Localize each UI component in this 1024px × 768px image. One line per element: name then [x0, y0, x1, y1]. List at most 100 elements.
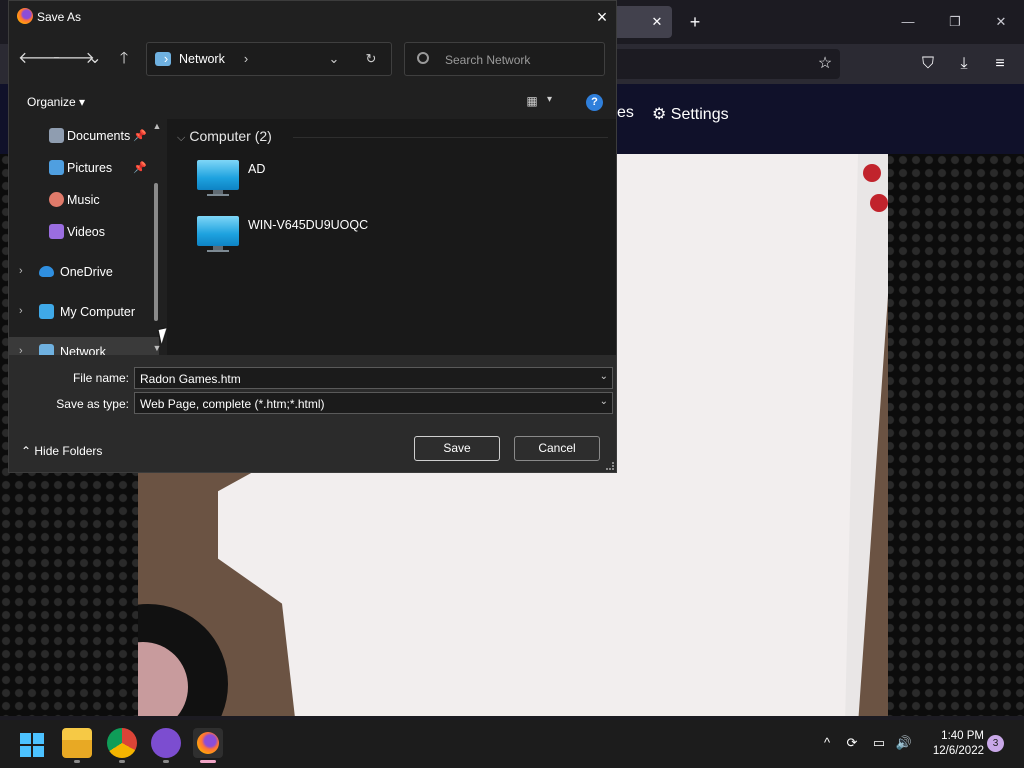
firefox-taskbar-button[interactable] [193, 728, 223, 758]
notification-badge[interactable]: 3 [987, 735, 1004, 752]
display-icon[interactable]: ▭ [870, 734, 888, 752]
computer-monitor-icon [197, 216, 239, 246]
monitor-base [207, 250, 229, 252]
view-icon[interactable]: ▦ [523, 94, 541, 110]
save-type-dropdown-icon[interactable]: ⌄ [600, 396, 608, 407]
file-name-label: File name: [72, 371, 129, 385]
file-explorer-icon[interactable] [62, 728, 92, 758]
group-header[interactable]: ⌵ Computer (2) [177, 128, 272, 145]
help-icon[interactable]: ? [586, 94, 603, 111]
minimize-button[interactable]: — [893, 10, 923, 34]
navigation-pane: Documents 📌 Pictures 📌 Music Videos › On… [9, 119, 167, 355]
resize-grip[interactable] [606, 462, 614, 470]
dialog-toolbar: Organize ▾ ▦ ▾ ? [9, 85, 616, 119]
item-name: WIN-V645DU9UOQC [248, 218, 369, 232]
clock-time: 1:40 PM [941, 730, 984, 742]
hide-folders-toggle[interactable]: ⌃ Hide Folders [21, 444, 102, 458]
address-bar[interactable]: › Network › ⌄ ↻ [146, 42, 392, 76]
taskbar: ^ ⟳ ▭ 🔊 1:40 PM 12/6/2022 3 [0, 720, 1024, 768]
dialog-title: Save As [37, 10, 82, 24]
dialog-close-icon[interactable]: × [591, 6, 613, 28]
search-placeholder: Search Network [445, 53, 531, 67]
monitor-base [207, 194, 229, 196]
github-desktop-icon[interactable] [151, 728, 181, 758]
pin-icon[interactable]: 📌 [133, 161, 147, 174]
forward-arrow-icon[interactable]: 🡒 [52, 47, 95, 71]
list-item[interactable]: AD [189, 156, 489, 204]
windows-start-icon[interactable] [20, 733, 44, 757]
computer-icon [39, 304, 54, 319]
expand-chevron-icon[interactable]: › [19, 305, 23, 317]
app-running-indicator [119, 760, 125, 763]
nav-item-my-computer[interactable]: › My Computer [9, 297, 159, 325]
pictures-icon [49, 160, 64, 175]
item-name: AD [248, 162, 266, 176]
search-icon [417, 52, 429, 64]
nav-item-music[interactable]: Music [9, 185, 159, 213]
bookmark-star-icon[interactable]: ☆ [812, 51, 838, 77]
save-type-value: Web Page, complete (*.htm;*.html) [140, 397, 325, 411]
documents-icon [49, 128, 64, 143]
download-icon[interactable]: ⤓ [951, 51, 977, 77]
nav-item-label: OneDrive [60, 265, 113, 279]
expand-chevron-icon[interactable]: › [19, 265, 23, 277]
nav-item-onedrive[interactable]: › OneDrive [9, 257, 159, 285]
network-icon [39, 344, 54, 355]
new-tab-button[interactable]: + [684, 10, 706, 34]
group-header-label: Computer (2) [189, 128, 272, 144]
site-nav-settings[interactable]: ⚙ Settings [652, 104, 729, 124]
search-box[interactable]: Search Network [404, 42, 605, 76]
nav-item-documents[interactable]: Documents 📌 [9, 121, 159, 149]
onedrive-cloud-icon [39, 266, 54, 277]
refresh-icon[interactable]: ↻ [362, 50, 380, 68]
window-close-button[interactable]: ✕ [986, 10, 1016, 34]
taskbar-clock[interactable]: 1:40 PM 12/6/2022 [920, 729, 984, 759]
save-options-area: File name: Radon Games.htm ⌄ Save as typ… [9, 355, 616, 472]
cancel-button[interactable]: Cancel [514, 436, 600, 461]
pin-icon[interactable]: 📌 [133, 129, 147, 142]
scrollbar-thumb[interactable] [154, 183, 158, 321]
nav-item-label: My Computer [60, 305, 136, 319]
expand-chevron-icon[interactable]: › [19, 345, 23, 355]
menu-icon[interactable]: ≡ [987, 51, 1013, 77]
berry [863, 164, 881, 182]
show-hidden-icons-chevron-icon[interactable]: ^ [818, 734, 836, 752]
file-name-dropdown-icon[interactable]: ⌄ [600, 371, 608, 382]
sync-icon[interactable]: ⟳ [843, 734, 861, 752]
site-nav-link-partial[interactable]: es [617, 104, 634, 122]
address-dropdown-icon[interactable]: ⌄ [325, 50, 343, 68]
collapse-chevron-icon[interactable]: ⌵ [177, 132, 185, 144]
chrome-icon[interactable] [107, 728, 137, 758]
file-name-field[interactable]: Radon Games.htm ⌄ [134, 367, 613, 389]
scroll-up-arrow-icon[interactable]: ▲ [151, 121, 163, 131]
nav-item-network[interactable]: › Network [9, 337, 159, 355]
maximize-button[interactable]: ❐ [940, 10, 970, 34]
save-type-select[interactable]: Web Page, complete (*.htm;*.html) ⌄ [134, 392, 613, 414]
breadcrumb-separator-icon[interactable]: › [161, 50, 171, 68]
tab-close-icon[interactable]: ✕ [648, 12, 666, 32]
clock-date: 12/6/2022 [932, 745, 984, 757]
breadcrumb-chevron-icon[interactable]: › [237, 50, 255, 68]
videos-icon [49, 224, 64, 239]
back-arrow-icon[interactable]: 🡐 [18, 47, 61, 71]
nav-item-pictures[interactable]: Pictures 📌 [9, 153, 159, 181]
up-arrow-icon[interactable]: 🡑 [112, 47, 136, 71]
nav-item-videos[interactable]: Videos [9, 217, 159, 245]
dialog-title-bar[interactable]: Save As × [9, 1, 616, 33]
nav-item-label: Documents [67, 129, 131, 143]
view-dropdown-icon[interactable]: ▾ [547, 94, 552, 105]
file-name-value[interactable]: Radon Games.htm [140, 372, 241, 386]
volume-icon[interactable]: 🔊 [895, 734, 913, 752]
save-button[interactable]: Save [414, 436, 500, 461]
file-list-pane[interactable]: ⌵ Computer (2) AD WIN-V645DU9UOQC [167, 119, 616, 355]
list-item[interactable]: WIN-V645DU9UOQC [189, 212, 489, 260]
scroll-down-arrow-icon[interactable]: ▼ [151, 343, 163, 353]
recent-locations-icon[interactable]: ⌄ [83, 47, 107, 71]
breadcrumb-network[interactable]: Network [179, 52, 225, 66]
pocket-icon[interactable]: ⛉ [915, 51, 941, 77]
app-running-indicator [74, 760, 80, 763]
url-bar[interactable] [590, 49, 840, 79]
organize-menu[interactable]: Organize ▾ [27, 95, 85, 109]
app-active-indicator [200, 760, 216, 763]
nav-item-label: Videos [67, 225, 105, 239]
